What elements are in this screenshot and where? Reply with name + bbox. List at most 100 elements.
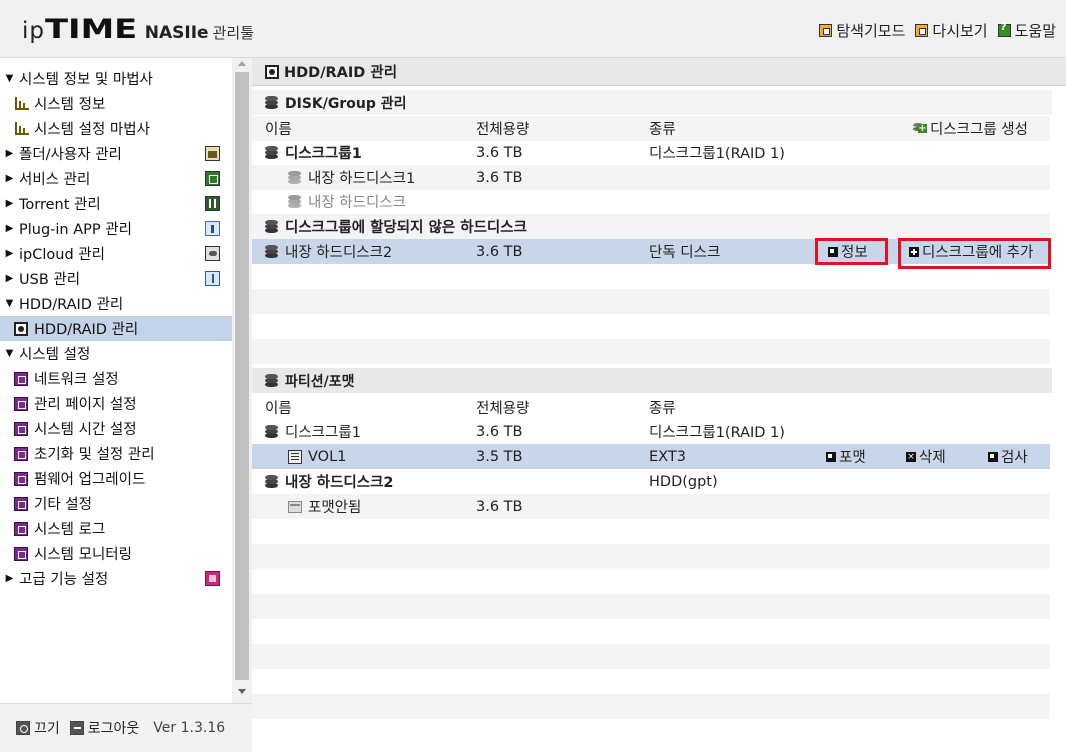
sidebar-item-label: 시스템 정보 및 마법사	[19, 72, 153, 88]
sidebar-group-folder-user[interactable]: ▶ 폴더/사용자 관리	[0, 141, 232, 166]
highlight-box-info	[815, 238, 888, 265]
sidebar-item-system-log[interactable]: 시스템 로그	[0, 516, 232, 541]
partition-icon	[265, 374, 280, 387]
table-row[interactable]: 디스크그룹1 3.6 TB 디스크그룹1(RAID 1)	[252, 140, 1050, 165]
caret-right-icon: ▶	[5, 248, 14, 259]
sidebar-item-monitoring[interactable]: 시스템 모니터링	[0, 541, 232, 566]
sidebar-group-hdd-raid[interactable]: ▼ HDD/RAID 관리	[0, 291, 232, 316]
column-header-size: 전체용량	[476, 122, 530, 138]
sidebar-item-label: 펌웨어 업그레이드	[34, 472, 146, 488]
logo-ip-text: ip	[22, 18, 45, 44]
row-type: 단독 디스크	[649, 245, 721, 261]
disk-group-name: 디스크그룹1	[285, 146, 362, 162]
sidebar-group-system-info[interactable]: ▼ 시스템 정보 및 마법사	[0, 66, 232, 91]
row-type: 디스크그룹1(RAID 1)	[649, 146, 785, 162]
delete-label: 삭제	[919, 450, 946, 466]
sidebar-item-system-info[interactable]: 시스템 정보	[0, 91, 232, 116]
caret-down-icon: ▼	[5, 298, 14, 309]
explorer-mode-link[interactable]: 탐색기모드	[819, 20, 905, 41]
sidebar-item-label: Plug-in APP 관리	[19, 222, 132, 238]
table-row[interactable]: 포맷안됨 3.6 TB	[252, 494, 1050, 519]
sidebar-group-service[interactable]: ▶ 서비스 관리	[0, 166, 232, 191]
sidebar-item-label: HDD/RAID 관리	[34, 322, 139, 338]
logout-button[interactable]: 로그아웃	[69, 718, 139, 738]
empty-row	[252, 694, 1050, 719]
sidebar-group-ipcloud[interactable]: ▶ ipCloud 관리	[0, 241, 232, 266]
sidebar-group-advanced[interactable]: ▶ 고급 기능 설정	[0, 566, 232, 591]
partition-section-title: 파티션/포맷	[252, 368, 1052, 393]
settings-icon	[14, 546, 28, 561]
create-disk-group-button[interactable]: 디스크그룹 생성	[913, 116, 1028, 141]
scroll-up-icon[interactable]	[238, 61, 246, 66]
scrollbar-thumb[interactable]	[235, 72, 249, 680]
row-size: 3.5 TB	[476, 448, 523, 465]
sidebar-item-etc[interactable]: 기타 설정	[0, 491, 232, 516]
logo-time-text: TIME	[45, 14, 138, 45]
row-type: HDD(gpt)	[649, 473, 718, 490]
sidebar-item-setup-wizard[interactable]: 시스템 설정 마법사	[0, 116, 232, 141]
column-header-name: 이름	[265, 122, 292, 138]
top-header: ip TIME NASIIe 관리툴 탐색기모드 다시보기 도움말	[0, 0, 1066, 58]
sidebar-footer: 끄기 로그아웃 Ver 1.3.16	[0, 703, 252, 752]
main-panel: HDD/RAID 관리 DISK/Group 관리 이름 전체용량 종류 디스크…	[252, 58, 1066, 752]
disk-group-icon	[265, 425, 280, 438]
chart-icon	[14, 96, 29, 111]
hdd-icon	[265, 64, 279, 79]
format-button[interactable]: 포맷	[826, 446, 866, 467]
row-name: 디스크그룹에 할당되지 않은 하드디스크	[265, 216, 527, 237]
format-icon	[826, 451, 836, 462]
help-link[interactable]: 도움말	[997, 20, 1056, 41]
unassigned-section-title: 디스크그룹에 할당되지 않은 하드디스크	[252, 214, 1050, 239]
sidebar-item-hdd-raid[interactable]: HDD/RAID 관리	[0, 316, 232, 341]
sidebar-item-label: 기타 설정	[34, 497, 92, 513]
sidebar-group-usb[interactable]: ▶ USB 관리	[0, 266, 232, 291]
help-icon	[997, 22, 1011, 37]
scroll-down-icon[interactable]	[238, 689, 246, 694]
row-size: 3.6 TB	[476, 169, 523, 186]
sidebar-item-label: ipCloud 관리	[19, 247, 105, 263]
row-name: 디스크그룹1	[265, 421, 361, 442]
table-row[interactable]: 내장 하드디스크1 3.6 TB	[252, 165, 1050, 190]
table-row[interactable]: 디스크그룹1 3.6 TB 디스크그룹1(RAID 1)	[252, 419, 1050, 444]
refresh-link[interactable]: 다시보기	[915, 20, 988, 41]
cloud-icon	[205, 246, 220, 261]
settings-icon	[14, 446, 28, 461]
column-header-name: 이름	[265, 401, 292, 417]
row-name: 포맷안됨	[288, 496, 361, 517]
sidebar-group-plugin[interactable]: ▶ Plug-in APP 관리	[0, 216, 232, 241]
partition-name: 포맷안됨	[308, 500, 362, 516]
advanced-icon	[205, 571, 220, 586]
disk-name: 내장 하드디스크	[308, 195, 406, 211]
empty-row	[252, 339, 1050, 364]
create-disk-group-label: 디스크그룹 생성	[930, 122, 1028, 138]
caret-right-icon: ▶	[5, 173, 14, 184]
sidebar-item-label: 시스템 모니터링	[34, 547, 132, 563]
sidebar-group-torrent[interactable]: ▶ Torrent 관리	[0, 191, 232, 216]
row-name: 디스크그룹1	[265, 142, 362, 163]
table-row-selected[interactable]: VOL1 3.5 TB EXT3 포맷 × 삭제 검사	[252, 444, 1050, 469]
sidebar-item-system-time[interactable]: 시스템 시간 설정	[0, 416, 232, 441]
table-row[interactable]: 내장 하드디스크2 HDD(gpt)	[252, 469, 1050, 494]
column-header-type: 종류	[649, 122, 676, 138]
logo-tool-text: 관리툴	[212, 24, 254, 42]
row-name: 내장 하드디스크	[288, 191, 406, 212]
disk-group-section-title: DISK/Group 관리	[252, 90, 1052, 115]
sidebar-item-label: 관리 페이지 설정	[34, 397, 137, 413]
sidebar-item-label: HDD/RAID 관리	[19, 297, 124, 313]
check-icon	[988, 451, 998, 462]
table-row[interactable]: 내장 하드디스크	[252, 189, 1050, 214]
sidebar-item-admin-page[interactable]: 관리 페이지 설정	[0, 391, 232, 416]
sidebar-item-network[interactable]: 네트워크 설정	[0, 366, 232, 391]
check-button[interactable]: 검사	[988, 446, 1028, 467]
delete-button[interactable]: × 삭제	[906, 446, 946, 467]
header-links: 탐색기모드 다시보기 도움말	[819, 20, 1056, 41]
disk-icon	[288, 195, 303, 208]
sidebar-item-reset[interactable]: 초기화 및 설정 관리	[0, 441, 232, 466]
sidebar-item-firmware[interactable]: 펌웨어 업그레이드	[0, 466, 232, 491]
sidebar-item-label: 시스템 정보	[34, 97, 106, 113]
logout-icon	[69, 721, 84, 735]
power-off-button[interactable]: 끄기	[16, 718, 60, 738]
sidebar-group-system-settings[interactable]: ▼ 시스템 설정	[0, 341, 232, 366]
sidebar-scrollbar[interactable]	[232, 58, 252, 703]
row-size: 3.6 TB	[476, 243, 523, 260]
